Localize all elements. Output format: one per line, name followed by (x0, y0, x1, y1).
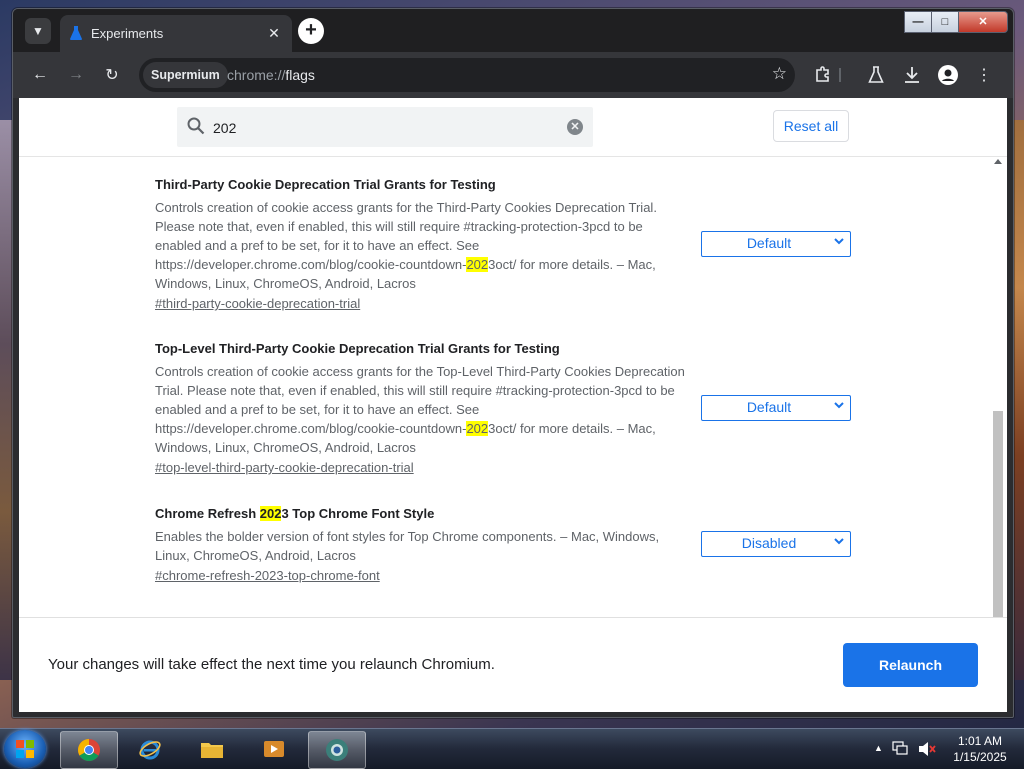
chrome-icon (78, 739, 100, 761)
reset-all-button[interactable]: Reset all (773, 110, 849, 142)
taskbar-explorer[interactable] (184, 731, 240, 767)
flag-state-select[interactable]: Disabled (701, 531, 851, 557)
taskbar-clock[interactable]: 1:01 AM 1/15/2025 (944, 733, 1016, 765)
flag-state-select[interactable]: Default (701, 395, 851, 421)
supermium-icon (326, 739, 348, 761)
toolbar-separator (839, 68, 841, 82)
relaunch-button[interactable]: Relaunch (843, 643, 978, 687)
flag-name: Top-Level Third-Party Cookie Deprecation… (155, 341, 560, 356)
labs-flask-icon[interactable] (865, 64, 887, 86)
page-scrollbar[interactable] (991, 157, 1005, 619)
search-input[interactable] (211, 115, 555, 141)
url-path: flags (285, 67, 315, 83)
search-match-highlight: 202 (466, 421, 489, 436)
bookmark-star-icon[interactable]: ☆ (772, 64, 787, 84)
profile-avatar-icon[interactable] (937, 64, 959, 86)
system-tray: ▲ 1:01 AM 1/15/2025 (864, 729, 1024, 769)
select-value: Disabled (741, 535, 797, 551)
address-bar[interactable]: Supermium chrome://flags ☆ (139, 58, 795, 92)
relaunch-footer: Your changes will take effect the next t… (19, 617, 1007, 712)
menu-kebab-icon[interactable]: ⋮ (973, 64, 995, 86)
flag-description: Controls creation of cookie access grant… (155, 198, 685, 293)
media-player-icon (264, 741, 284, 757)
volume-muted-icon[interactable] (918, 741, 936, 757)
flag-name-text: 3 Top Chrome Font Style (281, 506, 435, 521)
taskbar-media[interactable] (246, 731, 302, 767)
search-match-highlight: 202 (466, 257, 489, 272)
scroll-up-icon[interactable] (994, 159, 1002, 164)
taskbar-supermium[interactable] (308, 731, 366, 769)
profile-chip[interactable]: Supermium (143, 62, 228, 88)
tab-search-button[interactable]: ▼ (25, 18, 51, 44)
maximize-icon: □ (941, 16, 949, 28)
relaunch-message: Your changes will take effect the next t… (48, 656, 495, 673)
flag-anchor-link[interactable]: #third-party-cookie-deprecation-trial (155, 296, 965, 311)
flag-name: Chrome Refresh 2023 Top Chrome Font Styl… (155, 506, 965, 521)
browser-window: ▼ Experiments ✕ + — □ ✕ ← → ↻ Supermium … (12, 8, 1014, 718)
flag-search: ✕ (177, 107, 593, 147)
network-icon[interactable] (892, 741, 908, 755)
flag-item: Chrome Refresh 2023 Top Chrome Font Styl… (155, 506, 965, 583)
clock-date: 1/15/2025 (953, 750, 1007, 764)
flag-state-select[interactable]: Default (701, 231, 851, 257)
flag-item: Top-Level Third-Party Cookie Deprecation… (155, 341, 965, 475)
chevron-down-icon: ▼ (32, 24, 44, 38)
flag-description: Enables the bolder version of font style… (155, 529, 660, 563)
chevron-down-icon (834, 538, 844, 545)
tab-title: Experiments (91, 26, 164, 41)
flask-icon (70, 26, 82, 40)
taskbar: ▲ 1:01 AM 1/15/2025 (0, 728, 1024, 769)
chevron-down-icon (834, 238, 844, 245)
start-button[interactable] (4, 730, 46, 768)
url-text[interactable]: chrome://flags (227, 67, 315, 83)
back-icon[interactable]: ← (29, 64, 51, 86)
forward-icon[interactable]: → (65, 64, 87, 86)
show-hidden-icons-icon[interactable]: ▲ (874, 743, 883, 753)
flags-list: Third-Party Cookie Deprecation Trial Gra… (19, 157, 989, 617)
reload-icon[interactable]: ↻ (101, 64, 123, 86)
flag-description: Controls creation of cookie access grant… (155, 362, 685, 457)
tab-close-icon[interactable]: ✕ (264, 23, 284, 43)
tab-strip: ▼ Experiments ✕ + — □ ✕ (13, 9, 1013, 52)
new-tab-button[interactable]: + (298, 18, 324, 44)
minimize-icon: — (912, 16, 924, 28)
chevron-down-icon (834, 402, 844, 409)
folder-icon (201, 743, 223, 758)
search-icon (187, 117, 205, 135)
taskbar-ie[interactable] (122, 731, 178, 767)
close-icon: ✕ (978, 16, 988, 28)
tab-experiments[interactable]: Experiments ✕ (60, 15, 292, 52)
maximize-button[interactable]: □ (931, 11, 959, 33)
flag-name: Third-Party Cookie Deprecation Trial Gra… (155, 177, 496, 192)
select-value: Default (746, 399, 792, 415)
flag-anchor-link[interactable]: #top-level-third-party-cookie-deprecatio… (155, 460, 965, 475)
download-icon[interactable] (901, 64, 923, 86)
close-window-button[interactable]: ✕ (958, 11, 1008, 33)
taskbar-chrome[interactable] (60, 731, 118, 769)
clear-search-icon[interactable]: ✕ (567, 119, 583, 135)
windows-logo-icon (16, 740, 34, 758)
flag-anchor-link[interactable]: #chrome-refresh-2023-top-chrome-font (155, 568, 965, 583)
flags-page: ✕ Reset all Third-Party Cookie Deprecati… (19, 98, 1007, 712)
extensions-icon[interactable] (812, 64, 834, 86)
flag-name-text: Chrome Refresh (155, 506, 260, 521)
scroll-thumb[interactable] (993, 411, 1003, 617)
search-match-highlight: 202 (259, 506, 282, 521)
toolbar: ← → ↻ Supermium chrome://flags ☆ ⋮ (13, 52, 1013, 98)
select-value: Default (746, 235, 792, 251)
minimize-button[interactable]: — (904, 11, 932, 33)
url-scheme: chrome:// (227, 67, 286, 83)
internet-explorer-icon (139, 740, 161, 760)
clock-time: 1:01 AM (957, 734, 1003, 748)
flag-item: Third-Party Cookie Deprecation Trial Gra… (155, 177, 965, 311)
